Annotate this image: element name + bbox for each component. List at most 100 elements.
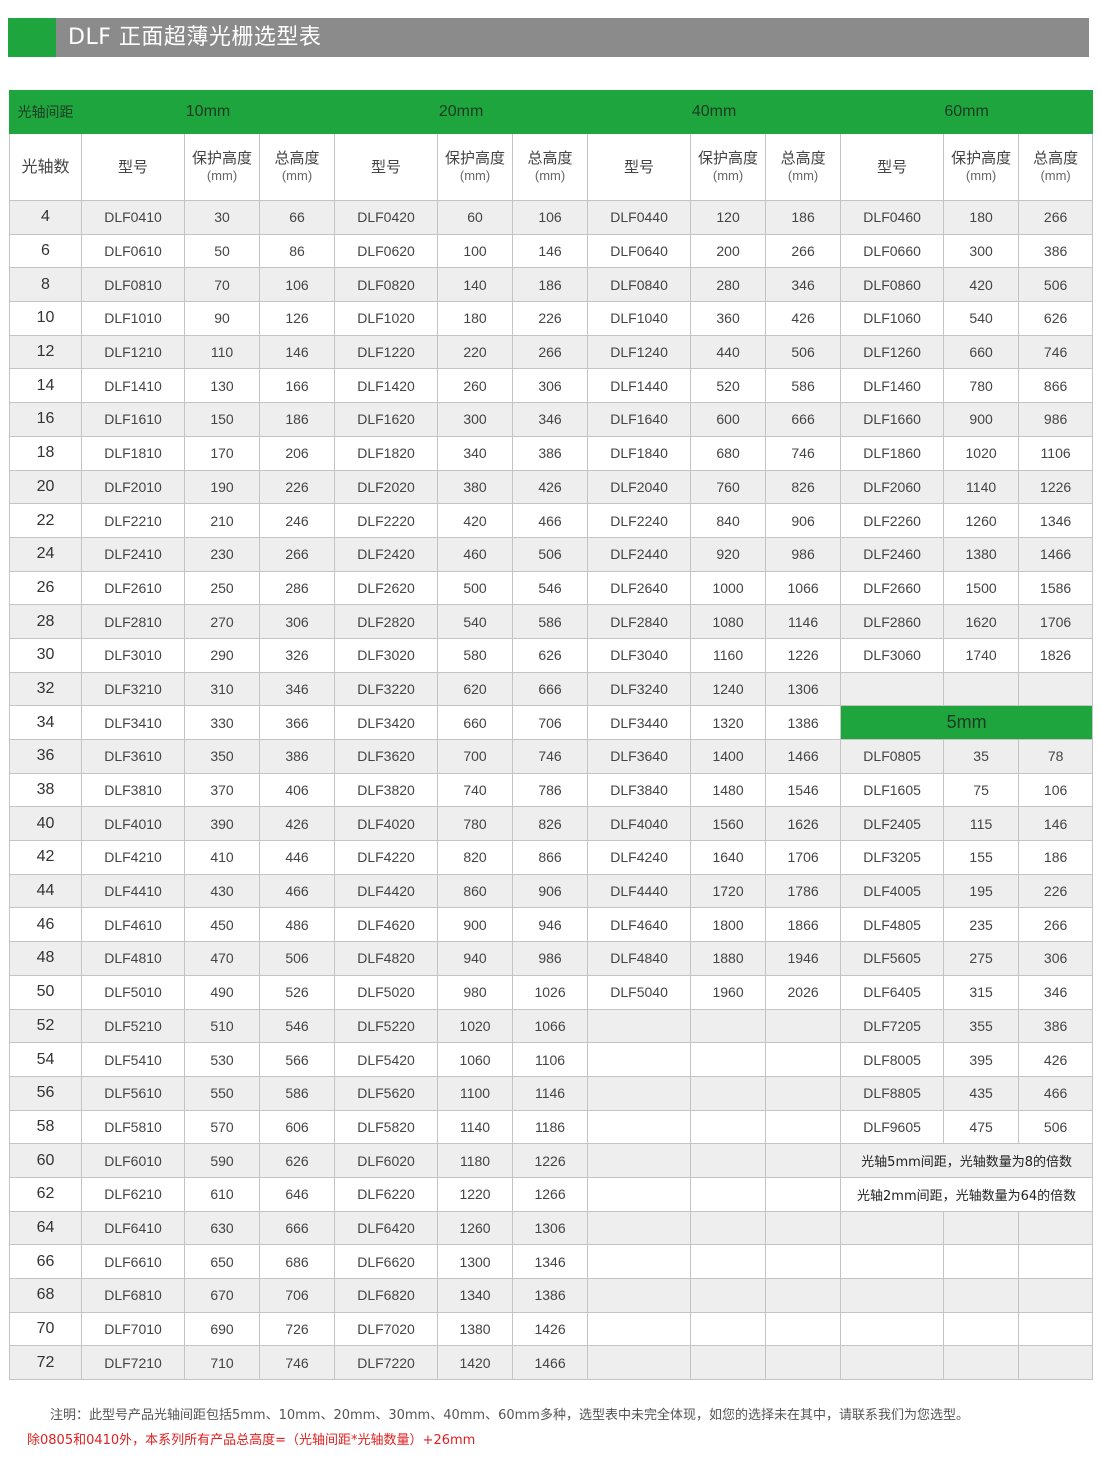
- protect-height-cell: 420: [943, 267, 1020, 303]
- axis-count-cell: 26: [9, 570, 82, 606]
- model-cell: DLF5020: [334, 974, 439, 1010]
- protect-height-cell: [690, 1008, 767, 1044]
- total-height-cell: 946: [512, 907, 589, 943]
- protect-height-cell: 1960: [690, 974, 767, 1010]
- model-cell: DLF9605: [840, 1109, 945, 1145]
- protect-height-cell: 510: [184, 1008, 260, 1044]
- total-height-cell: 1586: [1018, 570, 1094, 606]
- protect-height-cell: 70: [184, 267, 260, 303]
- protect-height-cell: 1180: [437, 1143, 514, 1178]
- protect-height-cell: 170: [184, 435, 260, 471]
- model-cell: [587, 1278, 692, 1313]
- axis-count-cell: 4: [9, 200, 82, 235]
- model-cell: [587, 1143, 692, 1178]
- protect-height-cell: 580: [437, 637, 514, 673]
- model-cell: DLF8805: [840, 1075, 945, 1111]
- total-height-cell: 466: [512, 503, 589, 538]
- total-height-cell: 506: [765, 334, 842, 370]
- table-row: 56 DLF5610 550 586 DLF5620 1100 1146 DLF8805 435…: [9, 1075, 1094, 1111]
- model-cell: DLF1440: [587, 368, 692, 404]
- axis-count-cell: 60: [9, 1143, 82, 1178]
- model-cell: DLF1605: [840, 772, 945, 808]
- protect-height-cell: 280: [690, 267, 767, 303]
- model-cell: DLF4020: [334, 806, 439, 842]
- protect-height-cell: 350: [184, 739, 260, 774]
- axis-count-cell: 58: [9, 1109, 82, 1145]
- model-cell: DLF3060: [840, 637, 945, 673]
- model-header: 型号: [840, 133, 945, 201]
- protect-height-cell: 460: [437, 536, 514, 572]
- total-height-cell: 426: [258, 806, 336, 842]
- protect-height-cell: 390: [184, 806, 260, 842]
- total-height-cell: 526: [258, 974, 336, 1010]
- protect-height-cell: 370: [184, 772, 260, 808]
- model-cell: DLF3810: [81, 772, 185, 808]
- model-cell: DLF2260: [840, 503, 945, 538]
- protect-height-cell: [943, 1244, 1020, 1279]
- total-height-cell: 266: [765, 233, 842, 269]
- model-cell: DLF2660: [840, 570, 945, 606]
- total-height-cell: 346: [512, 402, 589, 437]
- total-height-cell: 1186: [512, 1109, 589, 1145]
- protect-height-cell: 355: [943, 1008, 1020, 1044]
- model-cell: DLF5040: [587, 974, 692, 1010]
- header-label: 保护高度: [698, 150, 759, 167]
- total-height-cell: 1226: [512, 1143, 589, 1178]
- total-height-cell: 346: [765, 267, 842, 303]
- axis-count-cell: 28: [9, 604, 82, 639]
- table-row: 50 DLF5010 490 526 DLF5020 980 1026 DLF5040 1960…: [9, 974, 1094, 1010]
- protect-height-cell: 540: [437, 604, 514, 639]
- model-cell: DLF6020: [334, 1143, 439, 1178]
- total-height-cell: [765, 1278, 842, 1313]
- axis-count-cell: 62: [9, 1176, 82, 1212]
- protect-height-cell: 340: [437, 435, 514, 471]
- protect-height-cell: 200: [690, 233, 767, 269]
- table-row: 58 DLF5810 570 606 DLF5820 1140 1186 DLF9605 475…: [9, 1109, 1094, 1145]
- total-height-cell: 246: [258, 503, 336, 538]
- total-height-cell: 1826: [1018, 637, 1094, 673]
- total-height-cell: 666: [512, 671, 589, 707]
- total-height-cell: 1146: [512, 1075, 589, 1111]
- protect-height-cell: 230: [184, 536, 260, 572]
- protect-height-cell: 1140: [943, 469, 1020, 505]
- model-cell: DLF5210: [81, 1008, 185, 1044]
- header-label: 保护高度: [445, 150, 506, 167]
- protect-height-cell: 840: [690, 503, 767, 538]
- footnote-red: 除0805和0410外，本系列所有产品总高度=（光轴间距*光轴数量）+26mm: [27, 1433, 476, 1448]
- model-cell: DLF0420: [334, 200, 439, 235]
- model-cell: DLF7020: [334, 1311, 439, 1347]
- total-height-cell: 906: [765, 503, 842, 538]
- total-height-cell: 506: [1018, 1109, 1094, 1145]
- protect-height-cell: 195: [943, 873, 1020, 909]
- table-row: 40 DLF4010 390 426 DLF4020 780 826 DLF4040 1560 1…: [9, 806, 1094, 842]
- table-row: 32 DLF3210 310 346 DLF3220 620 666 DLF3240 1240 1…: [9, 671, 1094, 707]
- model-cell: DLF2410: [81, 536, 185, 572]
- model-cell: DLF2820: [334, 604, 439, 639]
- protect-height-cell: 450: [184, 907, 260, 943]
- total-height-cell: 466: [258, 873, 336, 909]
- table-row: 48 DLF4810 470 506 DLF4820 940 986 DLF4840 1880 1…: [9, 941, 1094, 976]
- model-cell: DLF5810: [81, 1109, 185, 1145]
- protect-height-cell: 590: [184, 1143, 260, 1178]
- protect-height-cell: 1640: [690, 840, 767, 875]
- total-height-cell: 186: [512, 267, 589, 303]
- protect-height-cell: 520: [690, 368, 767, 404]
- total-height-cell: 286: [258, 570, 336, 606]
- model-cell: DLF1260: [840, 334, 945, 370]
- model-cell: DLF6220: [334, 1176, 439, 1212]
- protect-height-cell: [943, 1345, 1020, 1381]
- model-cell: DLF0640: [587, 233, 692, 269]
- model-cell: DLF5610: [81, 1075, 185, 1111]
- model-cell: DLF0620: [334, 233, 439, 269]
- model-cell: [587, 1244, 692, 1279]
- model-cell: [840, 1210, 945, 1246]
- total-height-cell: 146: [512, 233, 589, 269]
- total-height-cell: 746: [1018, 334, 1094, 370]
- total-height-cell: 786: [512, 772, 589, 808]
- model-cell: DLF5220: [334, 1008, 439, 1044]
- total-height-cell: 1426: [512, 1311, 589, 1347]
- protect-height-cell: 190: [184, 469, 260, 505]
- model-cell: DLF1620: [334, 402, 439, 437]
- model-cell: DLF7205: [840, 1008, 945, 1044]
- total-height-cell: [1018, 1244, 1094, 1279]
